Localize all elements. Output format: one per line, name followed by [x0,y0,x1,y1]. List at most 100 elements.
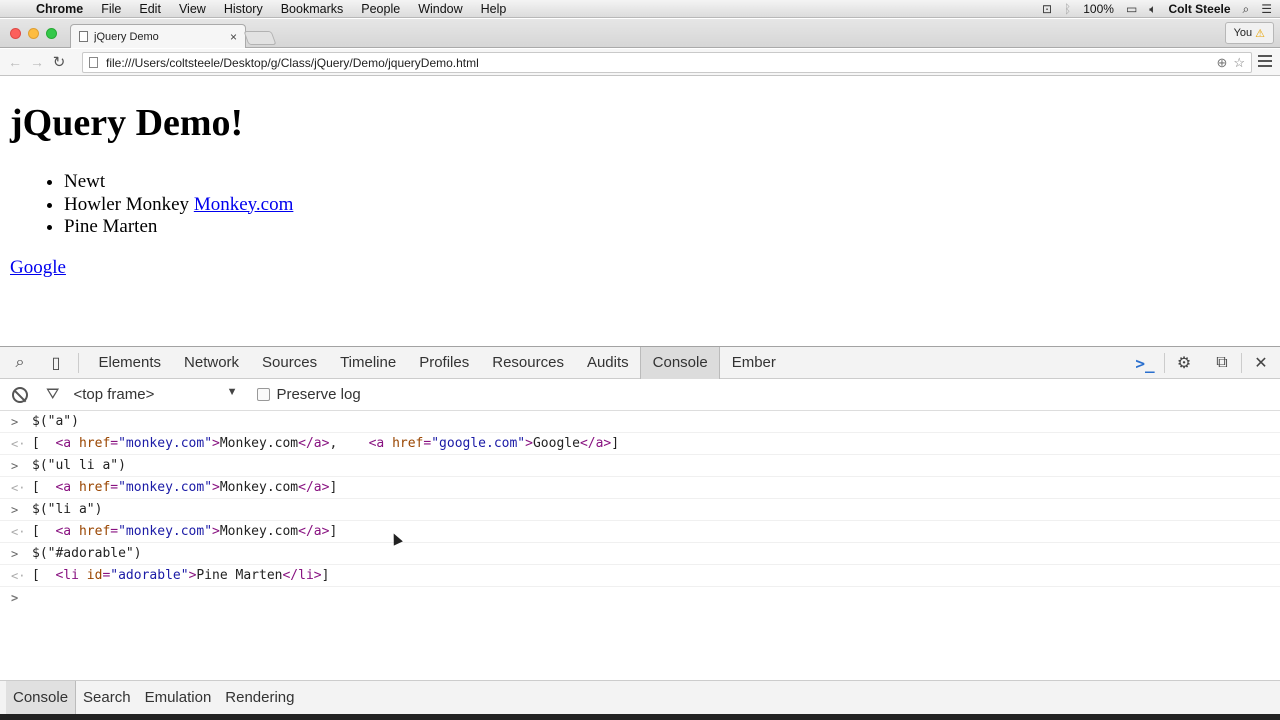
console-command: $("a") [32,414,79,429]
page-info-icon[interactable] [89,57,98,68]
console-command: $("#adorable") [32,546,142,561]
devtools-actions: >_ ⚙ ⧉ ✕ [1126,347,1280,379]
window-minimize-button[interactable] [28,28,39,39]
url-text[interactable]: file:///Users/coltsteele/Desktop/g/Class… [106,56,1210,70]
spotlight-search-icon[interactable]: ⌕ [1243,2,1250,17]
tab-elements[interactable]: Elements [87,347,173,379]
console-input-line: > $("li a") [0,499,1280,521]
tab-ember[interactable]: Ember [720,347,787,379]
menu-history[interactable]: History [216,2,273,16]
console-output-line: <· [ <a href="monkey.com">Monkey.com</a>… [0,521,1280,543]
preserve-log-checkbox[interactable] [257,388,271,401]
toolbar-divider [78,352,79,373]
tab-profiles[interactable]: Profiles [408,347,481,379]
tab-audits[interactable]: Audits [575,347,640,379]
macos-menu-bar: Chrome File Edit View History Bookmarks … [0,0,1280,18]
tab-timeline[interactable]: Timeline [329,347,408,379]
window-close-button[interactable] [10,28,21,39]
menu-view[interactable]: View [171,2,216,16]
output-arrow-icon: <· [11,480,26,495]
menu-file[interactable]: File [93,2,131,16]
input-chevron-icon: > [11,458,19,473]
volume-icon[interactable]: 🔈︎ [1149,2,1156,17]
drawer-tab-rendering[interactable]: Rendering [218,681,301,715]
console-input-line: > $("#adorable") [0,543,1280,565]
device-mode-icon[interactable]: ▯ [38,353,74,373]
console-output[interactable]: > $("a") <· [ <a href="monkey.com">Monke… [0,411,1280,609]
drawer-tab-emulation[interactable]: Emulation [138,681,219,715]
forward-icon[interactable]: → [26,54,48,70]
devtools-panel: ⌕ ▯ Elements Network Sources Timeline Pr… [0,346,1280,720]
browser-toolbar: ← → ↻ file:///Users/coltsteele/Desktop/g… [0,49,1280,76]
settings-gear-icon[interactable]: ⚙ [1165,353,1203,373]
console-output-line: <· [ <li id="adorable">Pine Marten</li>] [0,565,1280,587]
tab-title: jQuery Demo [94,30,159,43]
screen-record-icon[interactable]: ⊡ [1042,2,1052,16]
menu-edit[interactable]: Edit [131,2,171,16]
warning-icon: ⚠ [1255,27,1265,40]
active-prompt-icon: > [11,591,19,605]
bluetooth-icon[interactable]: ᛒ [1064,2,1071,16]
clear-console-icon[interactable] [12,386,28,403]
google-link[interactable]: Google [10,257,66,279]
zoom-icon[interactable]: ⊕ [1216,55,1227,71]
user-name[interactable]: Colt Steele [1168,2,1230,16]
battery-percent[interactable]: 100% [1083,2,1114,16]
animal-list: Newt Howler Monkey Monkey.com Pine Marte… [64,171,293,239]
menu-help[interactable]: Help [473,2,517,16]
list-item-text: Howler Monkey [64,193,194,215]
new-tab-button[interactable] [243,31,277,45]
bookmark-star-icon[interactable]: ☆ [1233,55,1245,71]
browser-tab[interactable]: jQuery Demo × [70,24,246,48]
filter-icon[interactable]: ⛛ [46,386,59,404]
close-devtools-icon[interactable]: ✕ [1242,353,1280,373]
chrome-menu-icon[interactable] [1258,55,1272,70]
tab-close-icon[interactable]: × [230,30,237,44]
back-icon[interactable]: ← [4,54,26,70]
drawer-tab-search[interactable]: Search [76,681,138,715]
input-chevron-icon: > [11,414,19,429]
output-arrow-icon: <· [11,524,26,539]
tab-resources[interactable]: Resources [481,347,576,379]
dock-side-icon[interactable]: ⧉ [1203,354,1241,372]
list-item: Howler Monkey Monkey.com [64,194,293,217]
console-output-line: <· [ <a href="monkey.com">Monkey.com</a>… [0,477,1280,499]
profile-label: You [1233,27,1253,39]
tab-network[interactable]: Network [173,347,251,379]
frame-selector-value: <top frame> [73,386,155,403]
monkey-link[interactable]: Monkey.com [194,194,294,215]
console-result[interactable]: [ <li id="adorable">Pine Marten</li>] [32,568,329,583]
notification-center-icon[interactable]: ☰ [1261,2,1272,16]
web-page-content: jQuery Demo! Newt Howler Monkey Monkey.c… [0,77,1280,346]
console-prompt-line[interactable]: > [0,587,1280,609]
tab-sources[interactable]: Sources [251,347,329,379]
console-input-line: > $("a") [0,411,1280,433]
window-bottom-edge [0,714,1280,720]
frame-selector[interactable]: <top frame> ▼ [73,386,243,403]
window-maximize-button[interactable] [46,28,57,39]
list-item: Pine Marten [64,216,293,239]
profile-button[interactable]: You ⚠ [1224,22,1274,44]
menu-window[interactable]: Window [410,2,472,16]
menu-people[interactable]: People [353,2,410,16]
drawer-tab-console[interactable]: Console [6,680,77,715]
menu-bookmarks[interactable]: Bookmarks [273,2,354,16]
devtools-drawer-tabs: Console Search Emulation Rendering [0,680,1280,715]
browser-tab-strip: jQuery Demo × You ⚠ [0,19,1280,48]
preserve-log-label[interactable]: Preserve log [276,386,360,403]
reload-icon[interactable]: ↻ [48,53,70,71]
output-arrow-icon: <· [11,568,26,583]
address-bar[interactable]: file:///Users/coltsteele/Desktop/g/Class… [82,52,1252,73]
page-heading: jQuery Demo! [10,102,244,144]
battery-icon[interactable]: ▭ [1126,2,1137,16]
console-result[interactable]: [ <a href="monkey.com">Monkey.com</a>] [32,480,337,495]
console-input-line: > $("ul li a") [0,455,1280,477]
inspect-search-icon[interactable]: ⌕ [2,354,38,372]
show-drawer-icon[interactable]: >_ [1126,354,1164,373]
console-result[interactable]: [ <a href="monkey.com">Monkey.com</a>, <… [32,436,619,451]
page-favicon-icon [79,31,88,42]
menu-chrome[interactable]: Chrome [30,2,93,16]
tab-console[interactable]: Console [640,346,721,379]
console-result[interactable]: [ <a href="monkey.com">Monkey.com</a>] [32,524,337,539]
console-toolbar: ⛛ <top frame> ▼ Preserve log [0,379,1280,411]
